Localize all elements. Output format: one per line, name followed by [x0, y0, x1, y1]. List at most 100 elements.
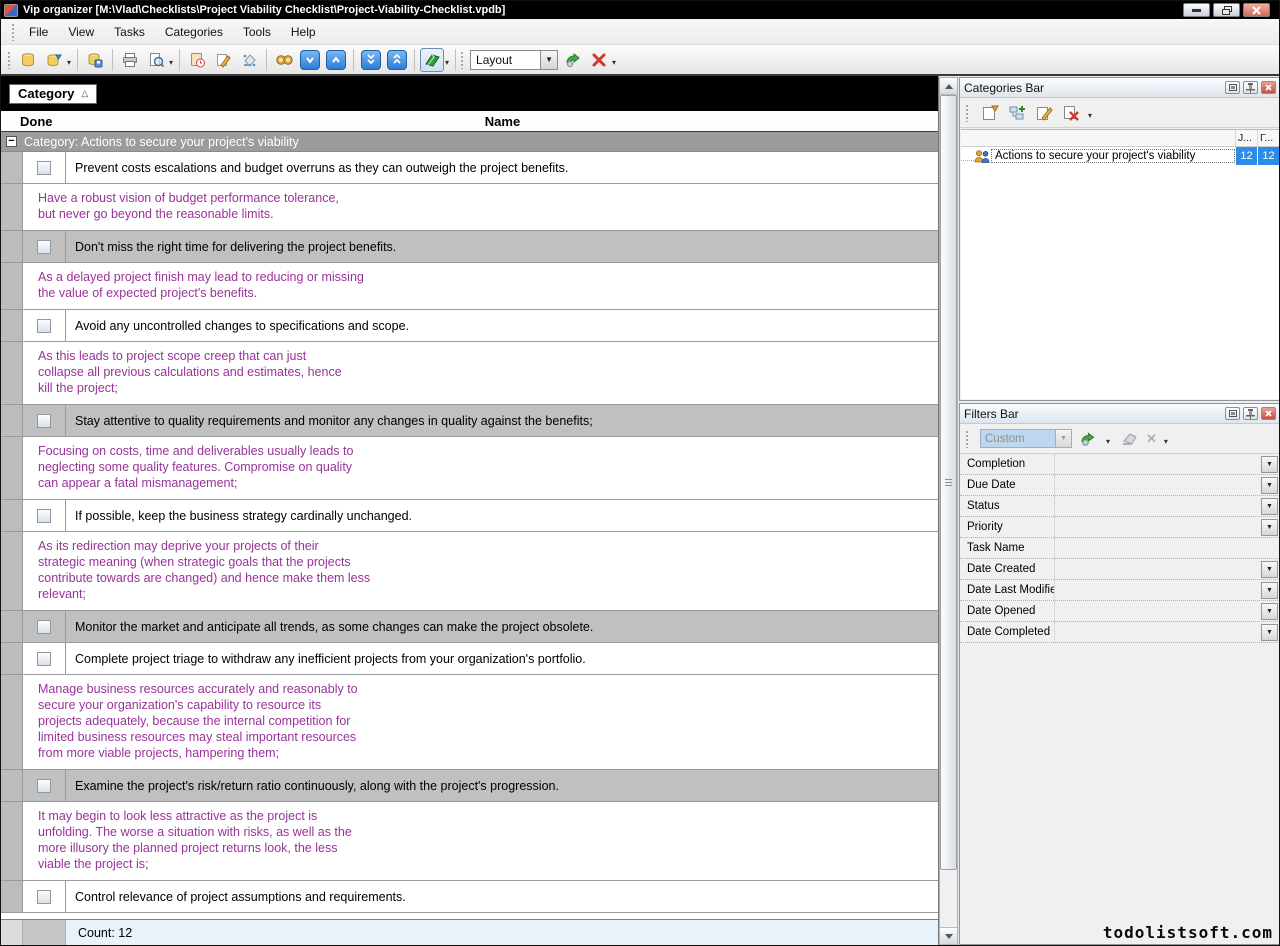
group-row[interactable]: − Category: Actions to secure your proje…: [1, 132, 938, 152]
save-database-button[interactable]: [83, 48, 107, 72]
move-to-bottom-button[interactable]: [359, 48, 383, 72]
menu-item-help[interactable]: Help: [281, 21, 326, 43]
task-row[interactable]: Avoid any uncontrolled changes to specif…: [1, 310, 938, 342]
scrollbar-thumb[interactable]: [940, 95, 957, 870]
column-header-done[interactable]: Done: [1, 114, 67, 129]
scroll-up-button[interactable]: [940, 78, 957, 95]
task-checkbox[interactable]: [37, 319, 51, 333]
menu-item-tasks[interactable]: Tasks: [104, 21, 155, 43]
task-checkbox[interactable]: [37, 414, 51, 428]
note-row[interactable]: It may begin to look less attractive as …: [1, 802, 938, 881]
scrollbar-track[interactable]: [940, 95, 957, 927]
task-checkbox[interactable]: [37, 620, 51, 634]
categories-toolbar-dropdown[interactable]: ▾: [1088, 111, 1092, 120]
task-checkbox[interactable]: [37, 652, 51, 666]
note-row[interactable]: As its redirection may deprive your proj…: [1, 532, 938, 611]
minimize-button[interactable]: [1183, 3, 1210, 17]
task-row[interactable]: If possible, keep the business strategy …: [1, 500, 938, 532]
close-button[interactable]: [1243, 3, 1270, 17]
filter-dropdown-button[interactable]: ▼: [1261, 456, 1278, 473]
note-row[interactable]: Have a robust vision of budget performan…: [1, 184, 938, 231]
clear-filter-button[interactable]: [1119, 429, 1139, 449]
filter-dropdown-button[interactable]: ▼: [1261, 477, 1278, 494]
filters-close-button[interactable]: [1261, 407, 1276, 420]
note-row[interactable]: Focusing on costs, time and deliverables…: [1, 437, 938, 500]
categories-restore-button[interactable]: [1225, 81, 1240, 94]
new-subcategory-button[interactable]: [1007, 103, 1027, 123]
apply-filter-button[interactable]: [1079, 429, 1099, 449]
task-checkbox[interactable]: [37, 509, 51, 523]
layout-combobox[interactable]: Layout ▼: [470, 50, 558, 70]
note-row[interactable]: As a delayed project finish may lead to …: [1, 263, 938, 310]
filters-toolbar-dropdown[interactable]: ▾: [1164, 437, 1168, 446]
delete-task-button[interactable]: [237, 48, 261, 72]
filter-dropdown-button[interactable]: ▼: [1261, 498, 1278, 515]
filter-preset-dropdown[interactable]: ▼: [1055, 430, 1071, 447]
category-item[interactable]: Actions to secure your project's viabili…: [961, 147, 1279, 165]
filters-restore-button[interactable]: [1225, 407, 1240, 420]
delete-layout-button[interactable]: [587, 48, 611, 72]
task-row[interactable]: Don't miss the right time for delivering…: [1, 231, 938, 263]
open-database-button[interactable]: [42, 48, 66, 72]
layout-combobox-dropdown[interactable]: ▼: [540, 51, 557, 69]
menu-item-tools[interactable]: Tools: [233, 21, 281, 43]
menu-item-categories[interactable]: Categories: [155, 21, 233, 43]
filter-preset-combobox[interactable]: Custom ▼: [980, 429, 1072, 448]
delete-category-button[interactable]: [1061, 103, 1081, 123]
task-checkbox[interactable]: [37, 240, 51, 254]
notes-view-dropdown[interactable]: ▾: [445, 58, 449, 67]
task-row[interactable]: Stay attentive to quality requirements a…: [1, 405, 938, 437]
column-header-name[interactable]: Name: [67, 114, 938, 129]
apply-layout-button[interactable]: [561, 48, 585, 72]
task-row[interactable]: Complete project triage to withdraw any …: [1, 643, 938, 675]
delete-filter-button[interactable]: ✕: [1146, 431, 1157, 447]
new-category-button[interactable]: [980, 103, 1000, 123]
restore-button[interactable]: [1213, 3, 1240, 17]
move-up-button[interactable]: [324, 48, 348, 72]
filter-dropdown-button[interactable]: ▼: [1261, 561, 1278, 578]
categories-pin-button[interactable]: [1243, 81, 1258, 94]
categories-count-column-2[interactable]: Г...: [1257, 130, 1279, 146]
task-row[interactable]: Prevent costs escalations and budget ove…: [1, 152, 938, 184]
print-preview-dropdown[interactable]: ▾: [169, 58, 173, 67]
filter-dropdown-button[interactable]: ▼: [1261, 603, 1278, 620]
categories-close-button[interactable]: [1261, 81, 1276, 94]
note-row[interactable]: As this leads to project scope creep tha…: [1, 342, 938, 405]
move-down-button[interactable]: [298, 48, 322, 72]
print-button[interactable]: [118, 48, 142, 72]
filters-pin-button[interactable]: [1243, 407, 1258, 420]
vertical-scrollbar[interactable]: [939, 77, 958, 945]
categories-count-column-1[interactable]: J...: [1235, 130, 1257, 146]
task-row[interactable]: Examine the project's risk/return ratio …: [1, 770, 938, 802]
find-button[interactable]: [272, 48, 296, 72]
task-checkbox[interactable]: [37, 779, 51, 793]
print-preview-button[interactable]: [144, 48, 168, 72]
filters-bar-header[interactable]: Filters Bar: [960, 404, 1280, 424]
apply-filter-dropdown[interactable]: ▾: [1106, 437, 1110, 446]
task-row[interactable]: Monitor the market and anticipate all tr…: [1, 611, 938, 643]
task-checkbox[interactable]: [37, 890, 51, 904]
task-row[interactable]: Control relevance of project assumptions…: [1, 881, 938, 913]
collapse-icon[interactable]: −: [6, 136, 17, 147]
edit-task-button[interactable]: [211, 48, 235, 72]
note-row[interactable]: Manage business resources accurately and…: [1, 675, 938, 770]
category-item-label[interactable]: Actions to secure your project's viabili…: [991, 149, 1235, 163]
notes-view-button[interactable]: [420, 48, 444, 72]
task-checkbox[interactable]: [37, 161, 51, 175]
toolbar-overflow-dropdown[interactable]: ▾: [612, 58, 616, 67]
add-task-button[interactable]: [185, 48, 209, 72]
filter-dropdown-button[interactable]: ▼: [1261, 624, 1278, 641]
filter-dropdown-button[interactable]: ▼: [1261, 519, 1278, 536]
edit-category-button[interactable]: [1034, 103, 1054, 123]
group-by-bar[interactable]: Category △: [1, 76, 938, 111]
open-database-dropdown[interactable]: ▾: [67, 58, 71, 67]
new-database-button[interactable]: [16, 48, 40, 72]
filter-dropdown-button[interactable]: ▼: [1261, 582, 1278, 599]
categories-bar-header[interactable]: Categories Bar: [960, 78, 1280, 98]
move-to-top-button[interactable]: [385, 48, 409, 72]
titlebar[interactable]: Vip organizer [M:\Vlad\Checklists\Projec…: [1, 1, 1279, 19]
menu-item-file[interactable]: File: [19, 21, 58, 43]
scroll-down-button[interactable]: [940, 927, 957, 944]
group-by-chip[interactable]: Category △: [9, 84, 97, 104]
menu-item-view[interactable]: View: [58, 21, 104, 43]
